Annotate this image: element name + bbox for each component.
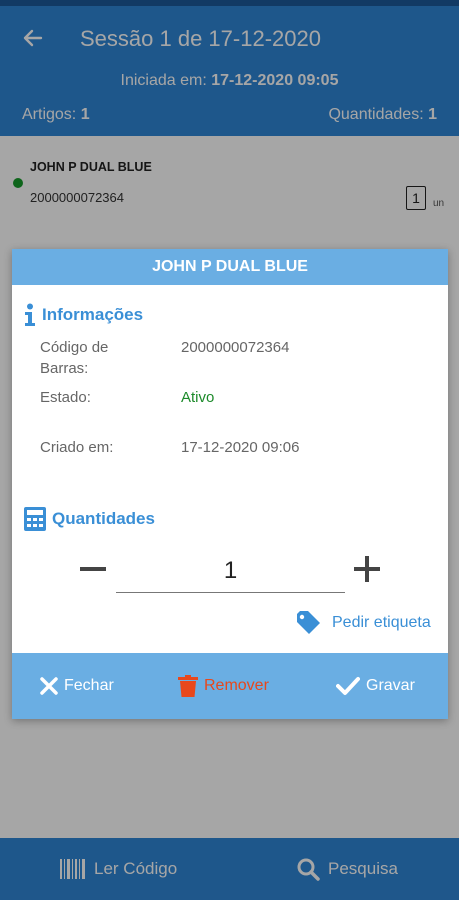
close-button[interactable]: Fechar [40,653,114,719]
info-icon [24,303,36,327]
close-icon [40,677,58,695]
created-label: Criado em: [40,439,114,456]
close-label: Fechar [64,677,114,694]
check-icon [336,677,360,695]
remove-label: Remover [204,677,269,694]
request-label-button[interactable]: Pedir etiqueta [296,611,431,635]
decrease-quantity-button[interactable] [78,554,108,584]
item-dialog: JOHN P DUAL BLUE Informações Código de B… [12,249,448,719]
remove-button[interactable]: Remover [178,653,269,719]
tag-icon [296,611,322,635]
quantities-section-title: Quantidades [24,507,155,531]
created-value: 17-12-2020 09:06 [181,439,300,456]
barcode-value: 2000000072364 [181,339,290,356]
state-label: Estado: [40,389,91,406]
dialog-footer: Fechar Remover Gravar [12,653,448,719]
info-title: Informações [42,305,144,324]
dialog-title: JOHN P DUAL BLUE [12,249,448,285]
save-button[interactable]: Gravar [336,653,415,719]
info-section-title: Informações [24,303,143,327]
trash-icon [178,675,198,697]
calculator-icon [24,507,46,531]
save-label: Gravar [366,677,415,694]
request-label-text: Pedir etiqueta [332,614,431,631]
increase-quantity-button[interactable] [352,554,382,584]
quantity-input[interactable] [116,549,345,593]
state-value: Ativo [181,389,215,406]
barcode-label: Código de Barras: [40,339,109,377]
quantities-title: Quantidades [52,509,155,528]
